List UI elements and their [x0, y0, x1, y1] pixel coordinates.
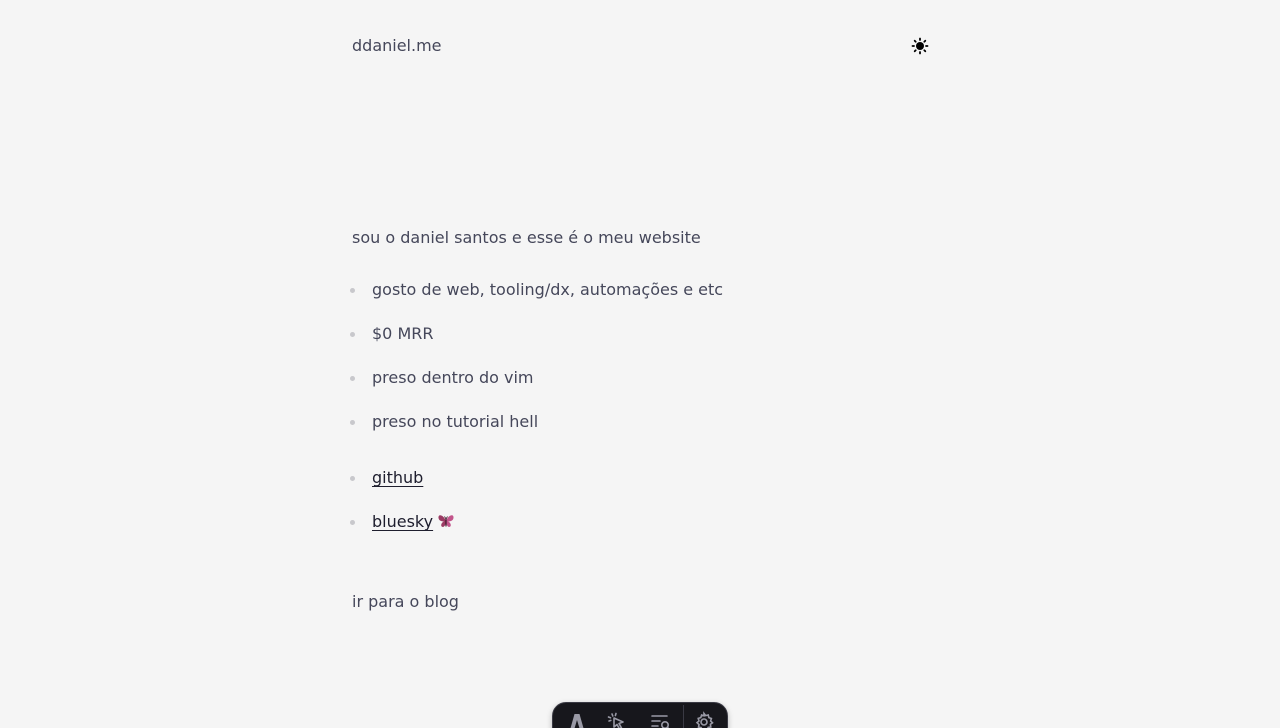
bullet	[350, 376, 355, 381]
audit-button[interactable]	[650, 711, 672, 728]
facts-list: gosto de web, tooling/dx, automações e e…	[350, 280, 723, 456]
intro-text: sou o daniel santos e esse é o meu websi…	[352, 228, 701, 247]
theme-toggle-button[interactable]	[910, 36, 930, 56]
astro-logo-button[interactable]	[566, 711, 588, 728]
settings-gear-icon	[695, 711, 714, 728]
bullet	[350, 332, 355, 337]
bullet	[350, 476, 355, 481]
blog-link[interactable]: ir para o blog	[352, 592, 459, 612]
site-name-link[interactable]: ddaniel.me	[352, 36, 442, 56]
fact-text: gosto de web, tooling/dx, automações e e…	[372, 280, 724, 299]
audit-list-icon	[651, 715, 670, 728]
astro-logo-icon	[570, 714, 584, 728]
list-item: github	[350, 468, 455, 512]
fact-text: preso dentro do vim	[372, 368, 534, 387]
page: ddaniel.me sou o daniel santos e esse é …	[0, 0, 1280, 728]
social-links-list: github bluesky	[350, 468, 455, 556]
list-item: preso dentro do vim	[350, 368, 723, 412]
toolbar-divider	[683, 705, 684, 728]
bluesky-link[interactable]: bluesky	[372, 512, 455, 531]
github-link[interactable]: github	[372, 468, 423, 487]
fact-text: preso no tutorial hell	[372, 412, 539, 431]
list-item: gosto de web, tooling/dx, automações e e…	[350, 280, 723, 324]
bullet	[350, 520, 355, 525]
bullet	[350, 288, 355, 293]
bullet	[350, 420, 355, 425]
list-item: preso no tutorial hell	[350, 412, 723, 456]
list-item: bluesky	[350, 512, 455, 556]
bluesky-link-label: bluesky	[372, 512, 434, 531]
inspect-pointer-icon	[607, 712, 624, 728]
settings-button[interactable]	[693, 711, 715, 728]
butterfly-icon	[437, 513, 455, 534]
fact-text: $0 MRR	[372, 324, 434, 343]
dev-toolbar	[552, 702, 728, 728]
github-link-label: github	[372, 468, 424, 487]
list-item: $0 MRR	[350, 324, 723, 368]
sun-icon	[911, 37, 929, 55]
inspect-button[interactable]	[606, 711, 628, 728]
